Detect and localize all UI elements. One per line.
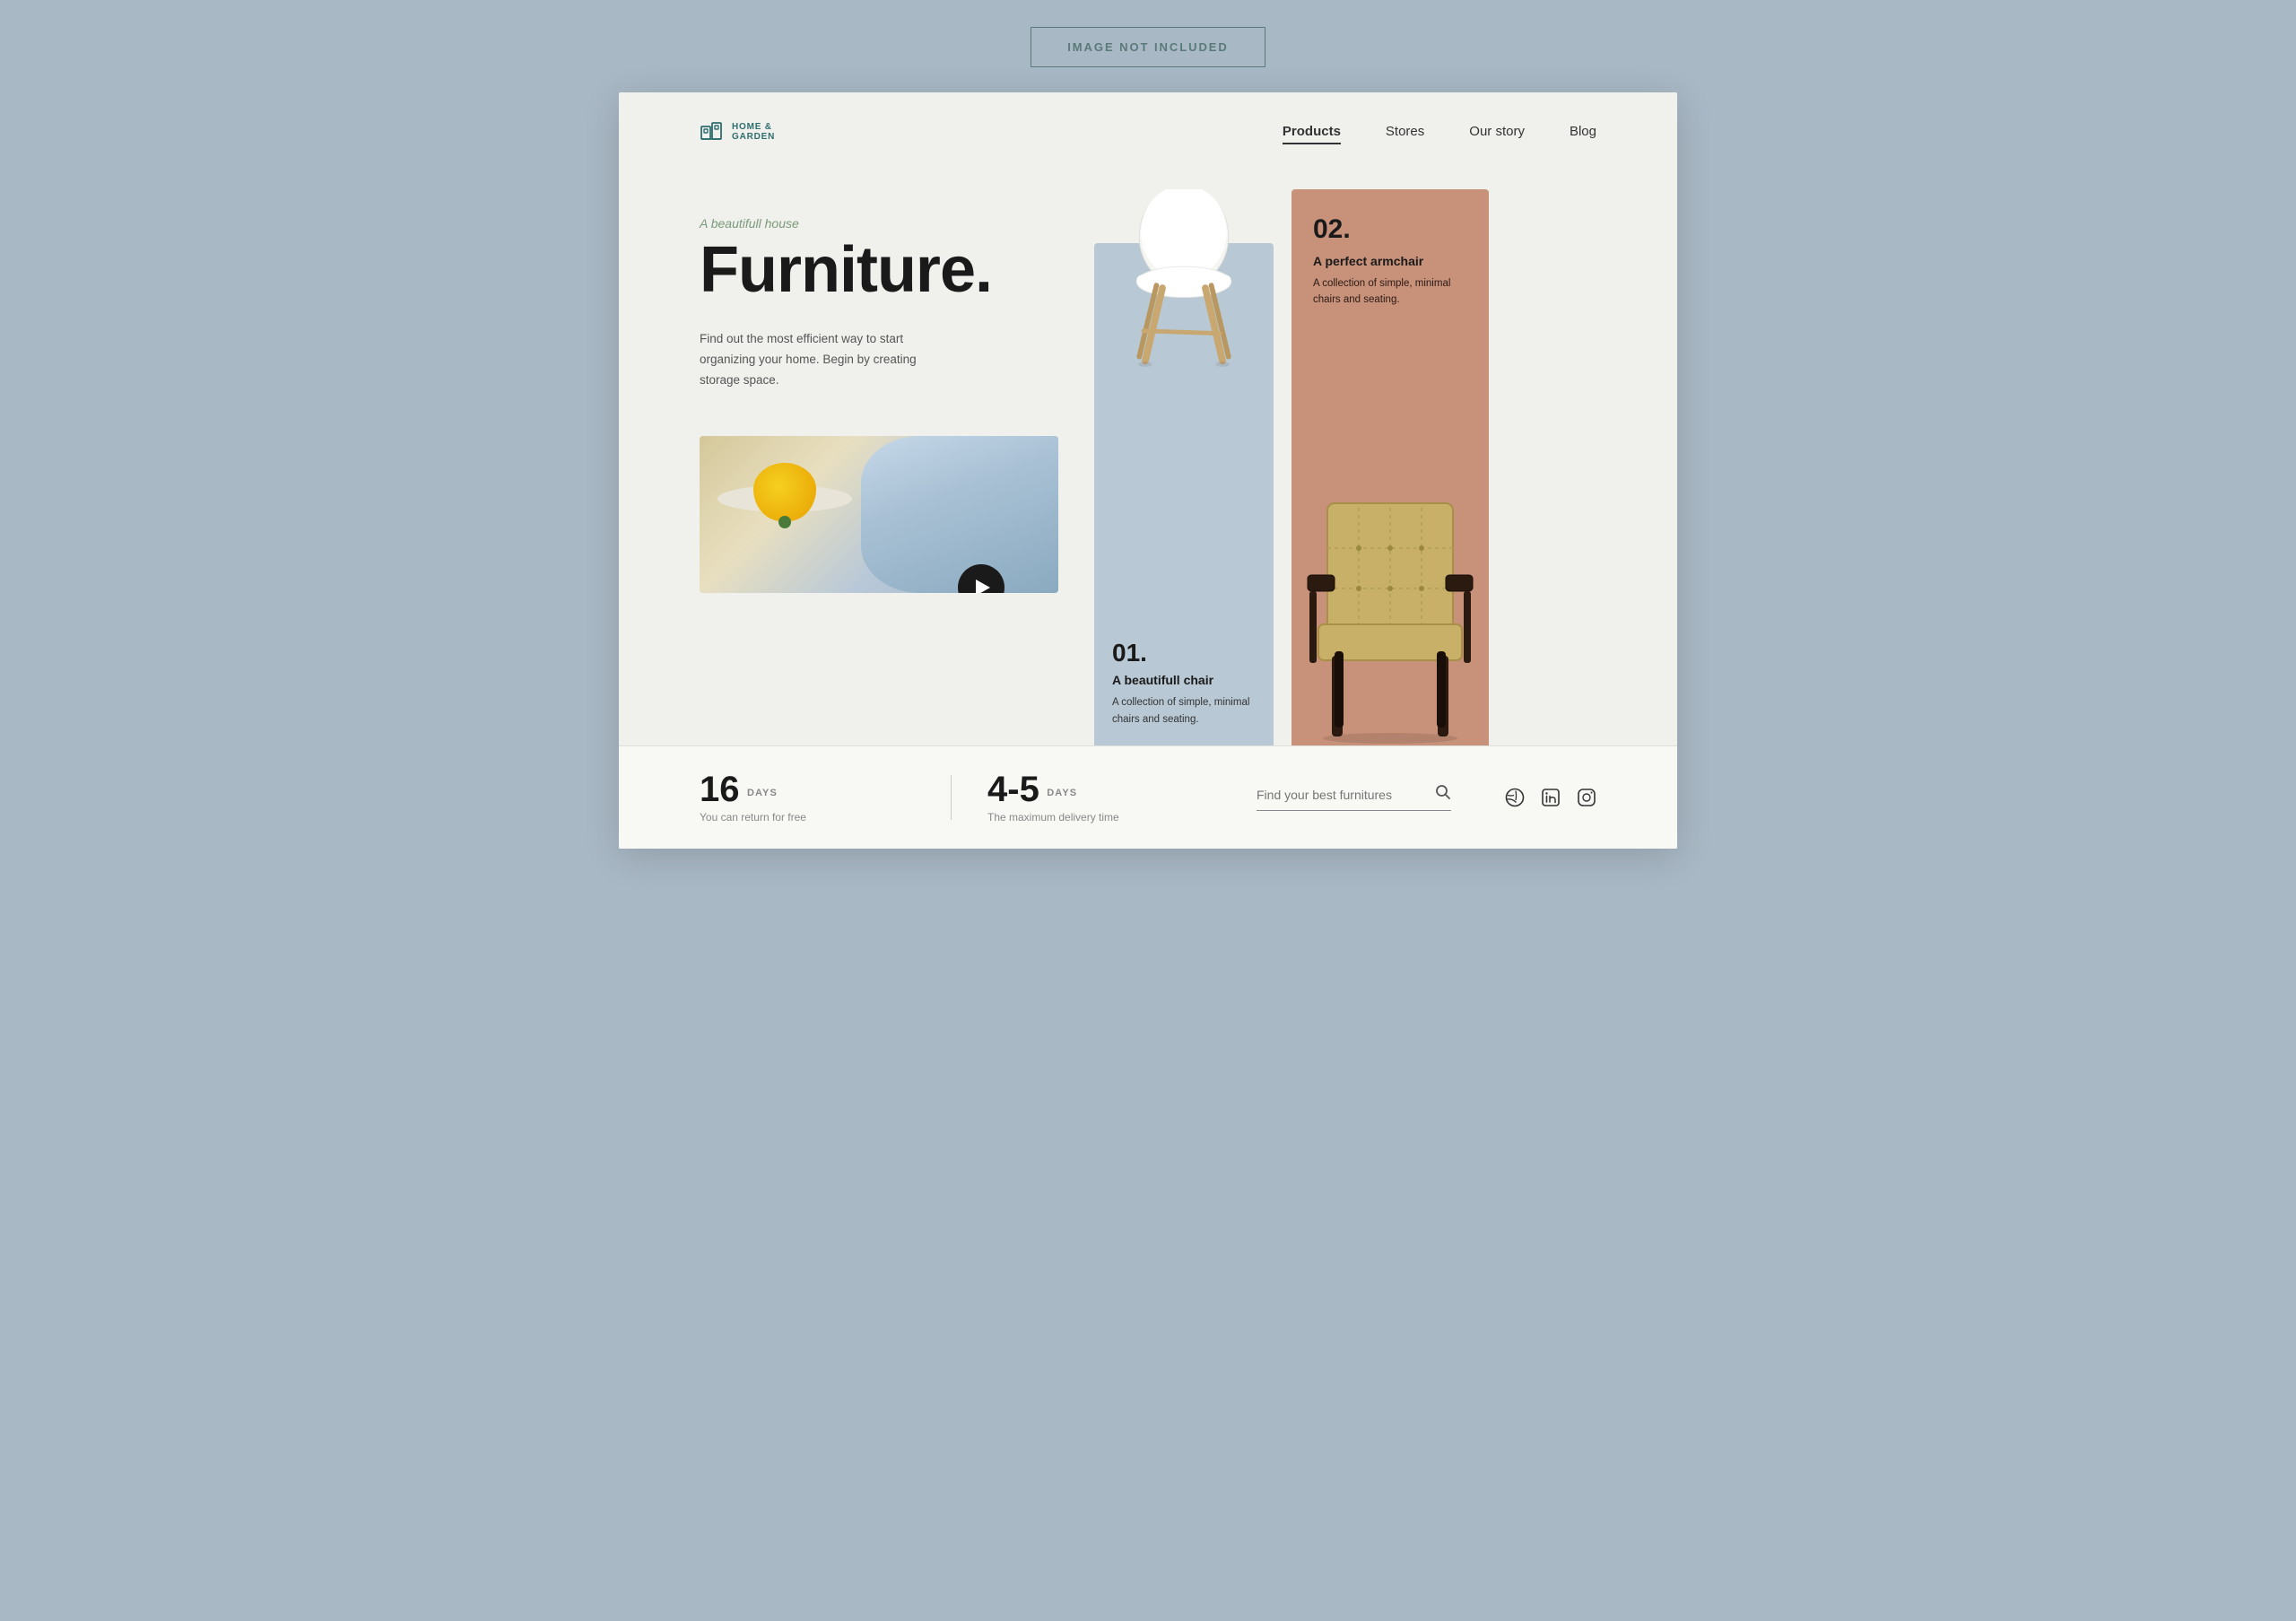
chair-description: A collection of simple, minimal chairs a… — [1112, 694, 1256, 728]
search-input[interactable] — [1257, 788, 1435, 802]
blue-fabric-decoration — [861, 436, 1058, 593]
white-chair-image — [1112, 189, 1256, 387]
linkedin-icon[interactable] — [1541, 788, 1561, 807]
footer-bar: 16 DAYS You can return for free 4-5 DAYS… — [619, 745, 1677, 849]
hero-subtitle: A beautifull house — [700, 216, 1076, 231]
footer-search[interactable] — [1257, 784, 1451, 811]
stat1-unit: DAYS — [747, 788, 778, 798]
nav-item-products[interactable]: Products — [1283, 124, 1341, 140]
nav-link-products[interactable]: Products — [1283, 124, 1341, 144]
stat1-number: 16 — [700, 770, 740, 809]
stat1-label: You can return for free — [700, 811, 915, 824]
stat2-unit: DAYS — [1047, 788, 1077, 798]
logo-icon — [700, 119, 725, 144]
nav-link-stores[interactable]: Stores — [1386, 124, 1424, 139]
armchair-card: 02. A perfect armchair A collection of s… — [1292, 189, 1489, 745]
nav-link-our-story[interactable]: Our story — [1469, 124, 1525, 139]
nav-item-our-story[interactable]: Our story — [1469, 124, 1525, 140]
chair-number: 01. — [1112, 639, 1256, 667]
tan-armchair-image — [1300, 485, 1480, 745]
main-content: A beautifull house Furniture. Find out t… — [619, 162, 1677, 745]
stat2-number: 4-5 — [987, 770, 1039, 809]
hero-description: Find out the most efficient way to start… — [700, 329, 951, 391]
logo-text-line2: GARDEN — [732, 132, 775, 142]
nav-item-blog[interactable]: Blog — [1570, 124, 1596, 140]
nav-item-stores[interactable]: Stores — [1386, 124, 1424, 140]
chair-card: 01. A beautifull chair A collection of s… — [1094, 243, 1274, 745]
chair-image-container — [1094, 243, 1274, 548]
hero-left-column: A beautifull house Furniture. Find out t… — [700, 189, 1076, 745]
stat-block-2: 4-5 DAYS The maximum delivery time — [987, 771, 1203, 824]
video-thumbnail[interactable] — [700, 436, 1058, 593]
website-container: HOME & GARDEN Products Stores Our story … — [619, 92, 1677, 849]
stat-block-1: 16 DAYS You can return for free — [700, 771, 915, 824]
nav-links: Products Stores Our story Blog — [1283, 124, 1596, 140]
lemon-decoration — [753, 463, 816, 521]
search-icon — [1435, 784, 1451, 805]
dribbble-icon[interactable] — [1505, 788, 1525, 807]
chair-title: A beautifull chair — [1112, 673, 1256, 687]
nav-link-blog[interactable]: Blog — [1570, 124, 1596, 139]
armchair-description: A collection of simple, minimal chairs a… — [1313, 275, 1467, 309]
instagram-icon[interactable] — [1577, 788, 1596, 807]
navbar: HOME & GARDEN Products Stores Our story … — [619, 92, 1677, 162]
hero-title: Furniture. — [700, 238, 1076, 302]
armchair-title: A perfect armchair — [1313, 254, 1467, 268]
social-icons — [1505, 788, 1596, 807]
video-background — [700, 436, 1058, 593]
footer-divider-1 — [951, 775, 952, 820]
logo-text-line1: HOME & — [732, 122, 775, 132]
image-not-included-badge: IMAGE NOT INCLUDED — [1031, 27, 1265, 67]
armchair-number: 02. — [1313, 214, 1467, 245]
logo[interactable]: HOME & GARDEN — [700, 119, 775, 144]
chair-info: 01. A beautifull chair A collection of s… — [1094, 621, 1274, 745]
armchair-image-container — [1292, 423, 1489, 745]
stat2-label: The maximum delivery time — [987, 811, 1203, 824]
armchair-top-info: 02. A perfect armchair A collection of s… — [1292, 189, 1489, 323]
